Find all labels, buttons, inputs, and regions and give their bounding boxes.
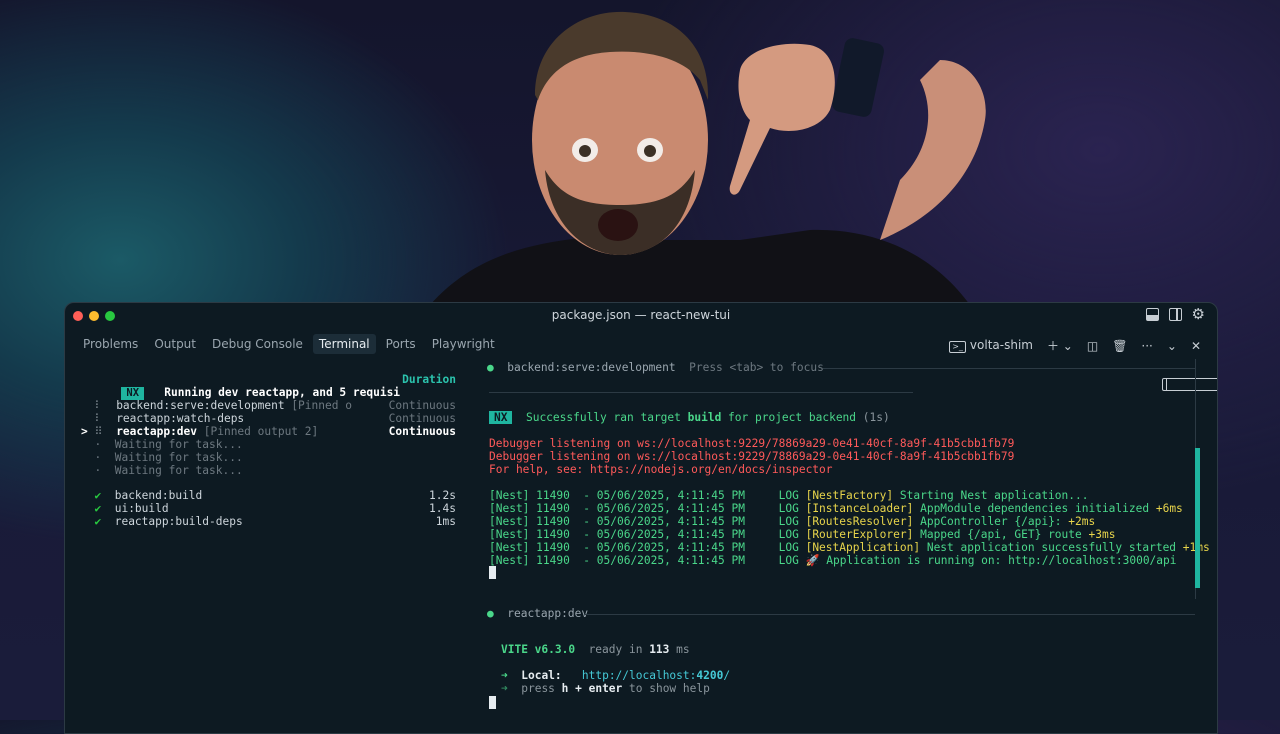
tab-problems[interactable]: Problems <box>77 334 144 354</box>
task-duration: Continuous <box>388 412 456 425</box>
more-actions-icon[interactable]: ··· <box>1141 339 1152 353</box>
task-row[interactable]: > ⠿ reactapp:dev [Pinned output 2] Contin… <box>81 425 456 438</box>
tab-terminal[interactable]: Terminal <box>312 334 376 354</box>
vite-local-line: ➜ Local: http://localhost:4200/ <box>501 669 731 682</box>
task-list-header: NX Running dev reactapp, and 5 requisi D… <box>81 373 456 400</box>
local-url[interactable]: http://localhost:4200/ <box>582 669 730 682</box>
chevron-down-icon[interactable]: ⌄ <box>1167 339 1177 353</box>
task-name: Waiting for task... <box>114 464 243 477</box>
task-name: backend:serve:development <box>116 399 285 412</box>
spinner-icon: ⠇ <box>94 412 103 425</box>
vscode-window: package.json — react-new-tui ⚙ Problems … <box>64 302 1218 734</box>
task-name: ui:build <box>114 502 169 515</box>
presenter-image <box>430 11 986 305</box>
build-success-line: NX Successfully ran target build for pro… <box>489 411 890 424</box>
spinner-icon: · <box>94 438 102 451</box>
check-icon: ✔ <box>94 489 102 502</box>
spinner-icon: · <box>94 464 102 477</box>
shell-name: volta-shim <box>969 338 1033 352</box>
window-title: package.json — react-new-tui <box>551 308 731 322</box>
task-row[interactable]: · Waiting for task... <box>81 438 456 451</box>
vite-help-line: ➜ press h + enter to show help <box>501 682 710 695</box>
nest-log-line: [Nest] 11490 - 05/06/2025, 4:11:45 PM LO… <box>489 515 1096 528</box>
layout-controls: ⚙ <box>1145 307 1217 391</box>
task-row[interactable]: ⠇ backend:serve:development [Pinned o Con… <box>81 399 457 412</box>
terminal-cursor <box>489 566 496 579</box>
check-icon: ✔ <box>94 515 102 528</box>
terminal-scrollbar[interactable] <box>1195 448 1200 588</box>
task-row[interactable]: ✔ ui:build 1.4s <box>81 502 456 515</box>
tab-output[interactable]: Output <box>148 334 202 354</box>
selection-marker <box>81 399 88 412</box>
pane-header-divider <box>585 614 1195 615</box>
task-duration: Continuous <box>388 425 456 438</box>
debugger-help-line: For help, see: https://nodejs.org/en/doc… <box>489 463 833 476</box>
new-terminal-icon[interactable]: ＋ ⌄ <box>1047 337 1073 354</box>
nx-badge: NX <box>489 411 513 424</box>
task-duration: 1.4s <box>429 502 456 515</box>
trash-icon[interactable]: 🗑 <box>1112 339 1127 353</box>
toggle-secondary-sidebar-icon[interactable] <box>1168 308 1182 321</box>
terminal-pane-backend[interactable]: ● backend:serve:development Press <tab> … <box>473 359 1210 599</box>
nest-log-line: [Nest] 11490 - 05/06/2025, 4:11:45 PM LO… <box>489 489 1089 502</box>
task-duration: 1ms <box>435 515 456 528</box>
check-icon: ✔ <box>94 502 102 515</box>
task-row[interactable]: · Waiting for task... <box>81 451 456 464</box>
task-duration: 1.2s <box>429 489 456 502</box>
duration-header: Duration <box>402 373 456 386</box>
nest-log-line: [Nest] 11490 - 05/06/2025, 4:11:45 PM LO… <box>489 528 1116 541</box>
pane-status-dot: ● <box>487 607 494 620</box>
task-note: [Pinned output 2] <box>197 425 319 438</box>
toggle-panel-icon[interactable] <box>1145 308 1159 321</box>
tab-ports[interactable]: Ports <box>380 334 422 354</box>
task-row[interactable]: ✔ backend:build 1.2s <box>81 489 456 502</box>
task-name: Waiting for task... <box>114 451 243 464</box>
task-list-heading: Running dev reactapp, and 5 requisi <box>164 386 401 399</box>
spinner-icon: ⠇ <box>94 399 103 412</box>
selection-marker <box>81 412 88 425</box>
terminal-cursor <box>489 696 496 709</box>
task-name: Waiting for task... <box>114 438 243 451</box>
nest-log-line: [Nest] 11490 - 05/06/2025, 4:11:45 PM LO… <box>489 554 1177 567</box>
task-name: backend:build <box>114 489 203 502</box>
panel-tabs: Problems Output Debug Console Terminal P… <box>77 334 501 354</box>
tab-playwright[interactable]: Playwright <box>426 334 501 354</box>
debugger-line: Debugger listening on ws://localhost:922… <box>489 437 1015 450</box>
task-name: reactapp:build-deps <box>114 515 243 528</box>
task-duration: Continuous <box>388 399 456 412</box>
nest-log-line: [Nest] 11490 - 05/06/2025, 4:11:45 PM LO… <box>489 541 1210 554</box>
terminal-shell-selector[interactable]: >_ volta-shim <box>949 338 1033 353</box>
terminal-pane-reactapp[interactable]: ● reactapp:dev VITE v6.3.0 ready in 113 … <box>473 605 1195 733</box>
split-terminal-icon[interactable]: ◫ <box>1087 339 1098 353</box>
task-name: reactapp:watch-deps <box>116 412 245 425</box>
task-name: reactapp:dev <box>116 425 198 438</box>
selection-marker: > <box>81 425 88 438</box>
task-note: [Pinned o <box>284 399 352 412</box>
spinner-icon: ⠿ <box>94 425 103 438</box>
task-row[interactable]: ⠇ reactapp:watch-deps Continuous <box>81 412 457 425</box>
selection-marker <box>81 438 88 451</box>
selection-marker <box>81 451 88 464</box>
pane-title: reactapp:dev <box>507 607 589 620</box>
pane-hint: Press <tab> to focus <box>689 361 824 374</box>
task-row[interactable]: ✔ reactapp:build-deps 1ms <box>81 515 456 528</box>
pane-header: ● backend:serve:development Press <tab> … <box>487 361 824 374</box>
pane-title: backend:serve:development <box>507 361 676 374</box>
selection-marker <box>81 464 88 477</box>
tab-debug-console[interactable]: Debug Console <box>206 334 309 354</box>
pane-divider <box>489 392 913 393</box>
gear-icon[interactable]: ⚙ <box>1192 307 1205 322</box>
spinner-icon: · <box>94 451 102 464</box>
pane-header-divider <box>823 368 1195 369</box>
nest-log-line: [Nest] 11490 - 05/06/2025, 4:11:45 PM LO… <box>489 502 1183 515</box>
debugger-line: Debugger listening on ws://localhost:922… <box>489 450 1015 463</box>
panel-actions: >_ volta-shim ＋ ⌄ ◫ 🗑 ··· ⌄ ✕ <box>949 337 1201 354</box>
task-row[interactable]: · Waiting for task... <box>81 464 456 477</box>
pane-header: ● reactapp:dev <box>487 607 588 620</box>
title-bar: package.json — react-new-tui ⚙ <box>65 303 1217 391</box>
close-icon[interactable]: ✕ <box>1191 339 1201 353</box>
pane-status-dot: ● <box>487 361 494 374</box>
vite-ready-line: VITE v6.3.0 ready in 113 ms <box>501 643 690 656</box>
terminal-icon: >_ <box>949 341 966 353</box>
